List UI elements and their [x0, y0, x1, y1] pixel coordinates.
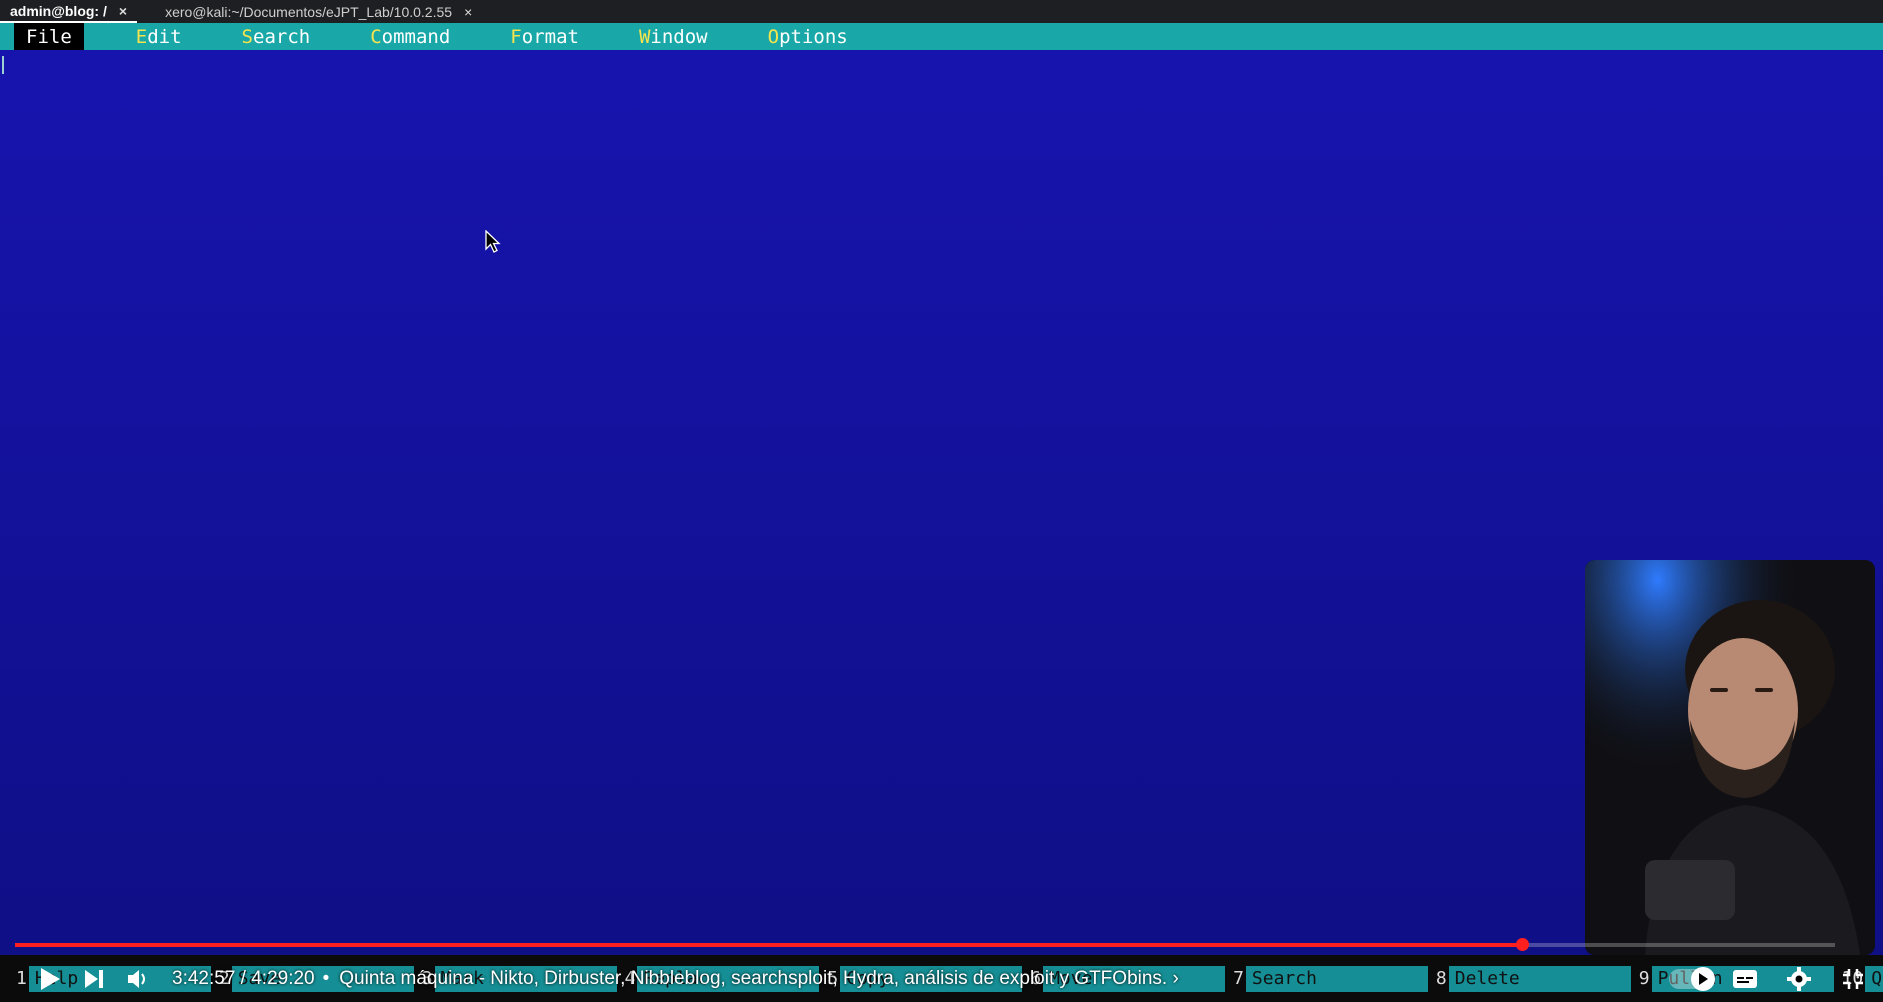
- close-icon[interactable]: ×: [119, 3, 127, 19]
- presenter-video-icon: [1585, 560, 1875, 955]
- menu-command[interactable]: Command: [358, 23, 462, 50]
- play-button[interactable]: [28, 957, 72, 1001]
- video-controls: 3:42:57 / 4:29:20 • Quinta máquina - Nik…: [0, 955, 1883, 1002]
- separator-dot: •: [322, 967, 330, 989]
- menu-edit[interactable]: Edit: [124, 23, 194, 50]
- editor-menu-bar: File Edit Search Command Format Window O…: [0, 23, 1883, 50]
- mouse-pointer-icon: [485, 230, 501, 253]
- menu-search[interactable]: Search: [230, 23, 323, 50]
- volume-icon: [128, 969, 145, 988]
- terminal-tab-admin[interactable]: admin@blog: / ×: [0, 0, 138, 23]
- autoplay-toggle[interactable]: [1669, 966, 1715, 991]
- text-caret: [2, 56, 4, 74]
- settings-button[interactable]: [1777, 957, 1821, 1001]
- subtitles-button[interactable]: [1723, 957, 1767, 1001]
- volume-button[interactable]: [116, 957, 160, 1001]
- player-right-controls: [1669, 955, 1875, 1002]
- tab-label: admin@blog: /: [10, 2, 107, 19]
- terminal-tab-bar: admin@blog: / × xero@kali:~/Documentos/e…: [0, 0, 1883, 23]
- fullscreen-icon: [1843, 968, 1863, 989]
- menu-format[interactable]: Format: [498, 23, 591, 50]
- settings-icon: [1787, 966, 1811, 991]
- subtitles-icon: [1733, 969, 1757, 988]
- menu-options[interactable]: Options: [756, 23, 860, 50]
- progress-fill: [15, 943, 1522, 947]
- play-icon: [41, 967, 60, 990]
- webcam-overlay: [1585, 560, 1875, 955]
- video-time: 3:42:57 / 4:29:20: [172, 967, 315, 989]
- fullscreen-button[interactable]: [1831, 957, 1875, 1001]
- close-icon[interactable]: ×: [464, 4, 472, 20]
- next-button[interactable]: [72, 957, 116, 1001]
- scrubber-handle[interactable]: [1515, 938, 1529, 951]
- chapter-title[interactable]: Quinta máquina - Nikto, Dirbuster, Nibbl…: [339, 968, 1179, 990]
- menu-file[interactable]: File: [14, 23, 84, 50]
- tab-label: xero@kali:~/Documentos/eJPT_Lab/10.0.2.5…: [165, 3, 453, 20]
- video-progress-bar[interactable]: [15, 938, 1835, 951]
- play-small-icon: [1699, 972, 1708, 985]
- terminal-tab-xero[interactable]: xero@kali:~/Documentos/eJPT_Lab/10.0.2.5…: [155, 0, 482, 23]
- autoplay-knob: [1691, 966, 1715, 991]
- next-icon: [85, 969, 103, 988]
- menu-window[interactable]: Window: [627, 23, 720, 50]
